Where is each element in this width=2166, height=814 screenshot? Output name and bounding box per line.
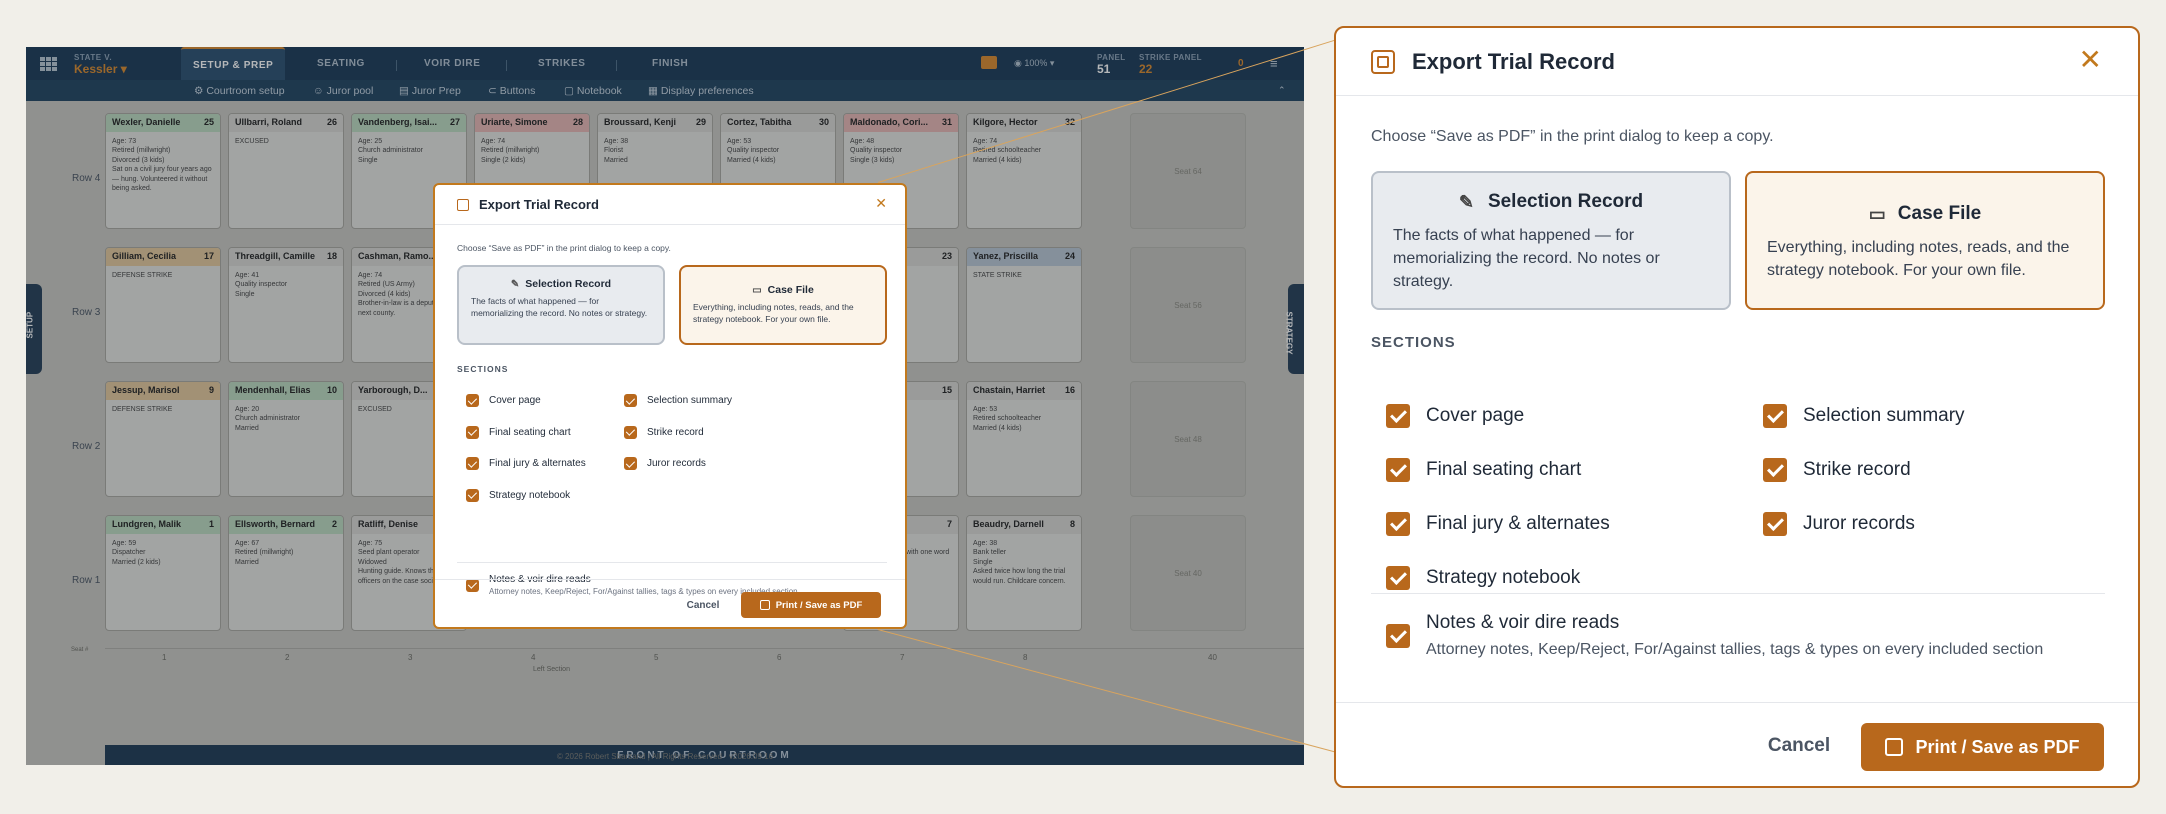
checkbox-icon[interactable] [1763, 404, 1787, 428]
dialog-header: Export Trial Record [1336, 28, 2138, 96]
checkbox-label: Final jury & alternates [489, 458, 586, 469]
option-selection-record[interactable]: ✎ Selection Record The facts of what happ… [457, 265, 665, 345]
dialog-header: Export Trial Record [435, 185, 905, 225]
checkbox-icon[interactable] [1763, 458, 1787, 482]
checkbox-icon[interactable] [624, 425, 637, 439]
option-title: ▭ Case File [1868, 203, 1982, 224]
section-checkbox[interactable]: Final jury & alternates [466, 457, 586, 470]
print-save-pdf-button[interactable]: Print / Save as PDF [741, 592, 881, 618]
folder-icon: ▭ [752, 284, 762, 296]
checkbox-notes-reads[interactable]: Notes & voir dire reads Attorney notes, K… [1386, 612, 2043, 659]
app-window: STATE V. Kessler ▾ SETUP & PREP SEATING … [26, 47, 1304, 765]
section-checkbox[interactable]: Cover page [1386, 404, 1524, 428]
checkbox-icon[interactable] [1386, 512, 1410, 536]
checkbox-icon[interactable] [624, 394, 637, 407]
checkbox-label: Selection summary [1803, 405, 1965, 426]
option-description: Everything, including notes, reads, and … [1767, 239, 2070, 280]
checkbox-label: Juror records [1803, 513, 1915, 534]
section-checkbox[interactable]: Juror records [624, 457, 706, 470]
checkbox-label: Cover page [1426, 405, 1525, 426]
pdf-icon [1885, 738, 1904, 756]
section-checkbox[interactable]: Final jury & alternates [1386, 512, 1610, 536]
pdf-icon [759, 600, 770, 610]
section-checkbox[interactable]: Cover page [466, 394, 541, 407]
section-checkbox[interactable]: Selection summary [1763, 404, 1965, 428]
checkbox-icon[interactable] [466, 425, 479, 439]
export-dialog-zoomed: Export Trial Record ✕ Choose “Save as PD… [1334, 26, 2140, 788]
divider [457, 562, 887, 563]
section-checkbox[interactable]: Selection summary [624, 394, 732, 407]
section-checkbox[interactable]: Strike record [624, 425, 704, 439]
option-description: The facts of what happened — for memoria… [1393, 227, 1660, 291]
checkbox-icon[interactable] [466, 457, 479, 470]
cancel-button[interactable]: Cancel [679, 600, 727, 611]
checkbox-label: Juror records [647, 458, 706, 469]
close-icon[interactable]: ✕ [875, 195, 887, 212]
checkbox-icon [1386, 623, 1410, 648]
checkbox-icon[interactable] [466, 394, 479, 407]
dialog-title: Export Trial Record [479, 197, 599, 212]
checkbox-icon[interactable] [1386, 458, 1410, 482]
section-checkbox[interactable]: Strike record [1763, 458, 1911, 482]
option-case-file[interactable]: ▭ Case File Everything, including notes, … [679, 265, 887, 345]
checkbox-label: Final seating chart [489, 426, 571, 438]
checkbox-label: Strike record [647, 426, 704, 438]
checkbox-label: Cover page [489, 395, 541, 406]
pdf-icon [457, 198, 469, 211]
export-dialog-small: Export Trial Record ✕ Choose “Save as PD… [433, 183, 907, 629]
divider [1371, 593, 2105, 594]
option-description: The facts of what happened — for memoria… [471, 296, 648, 318]
section-checkbox[interactable]: Final seating chart [466, 425, 571, 439]
section-checkbox[interactable]: Final seating chart [1386, 458, 1581, 482]
checkbox-label: Strategy notebook [1426, 567, 1581, 588]
checkbox-label: Selection summary [647, 395, 733, 406]
cancel-button[interactable]: Cancel [1761, 735, 1837, 757]
checkbox-label: Strategy notebook [489, 489, 571, 501]
dialog-title: Export Trial Record [1412, 48, 1615, 74]
selection-record-icon: ✎ [1458, 191, 1474, 212]
print-save-pdf-button[interactable]: Print / Save as PDF [1861, 723, 2104, 771]
option-selection-record[interactable]: ✎ Selection Record The facts of what happ… [1371, 171, 1731, 310]
section-checkbox[interactable]: Strategy notebook [1386, 566, 1580, 590]
selection-record-icon: ✎ [510, 278, 520, 290]
sections-heading: SECTIONS [1371, 334, 1456, 351]
checkbox-icon[interactable] [1763, 512, 1787, 536]
sections-heading: SECTIONS [457, 364, 509, 374]
section-checkbox[interactable]: Juror records [1763, 512, 1915, 536]
close-icon[interactable]: ✕ [2079, 43, 2102, 76]
option-case-file[interactable]: ▭ Case File Everything, including notes, … [1745, 171, 2105, 310]
option-description: Everything, including notes, reads, and … [693, 302, 854, 324]
checkbox-icon[interactable] [1386, 566, 1410, 590]
checkbox-label: Strike record [1803, 459, 1911, 480]
checkbox-label: Final seating chart [1426, 459, 1582, 480]
checkbox-label: Final jury & alternates [1426, 513, 1610, 534]
checkbox-icon[interactable] [466, 488, 479, 502]
dialog-instruction: Choose “Save as PDF” in the print dialog… [457, 243, 671, 253]
option-title: ✎ Selection Record [1458, 191, 1644, 212]
section-checkbox[interactable]: Strategy notebook [466, 488, 571, 502]
dialog-instruction: Choose “Save as PDF” in the print dialog… [1371, 128, 1774, 145]
checkbox-icon[interactable] [1386, 404, 1410, 428]
option-title: ▭ Case File [752, 284, 814, 296]
folder-icon: ▭ [1868, 203, 1886, 224]
option-title: ✎ Selection Record [510, 278, 612, 290]
pdf-icon [1371, 49, 1395, 74]
checkbox-icon[interactable] [624, 457, 637, 470]
